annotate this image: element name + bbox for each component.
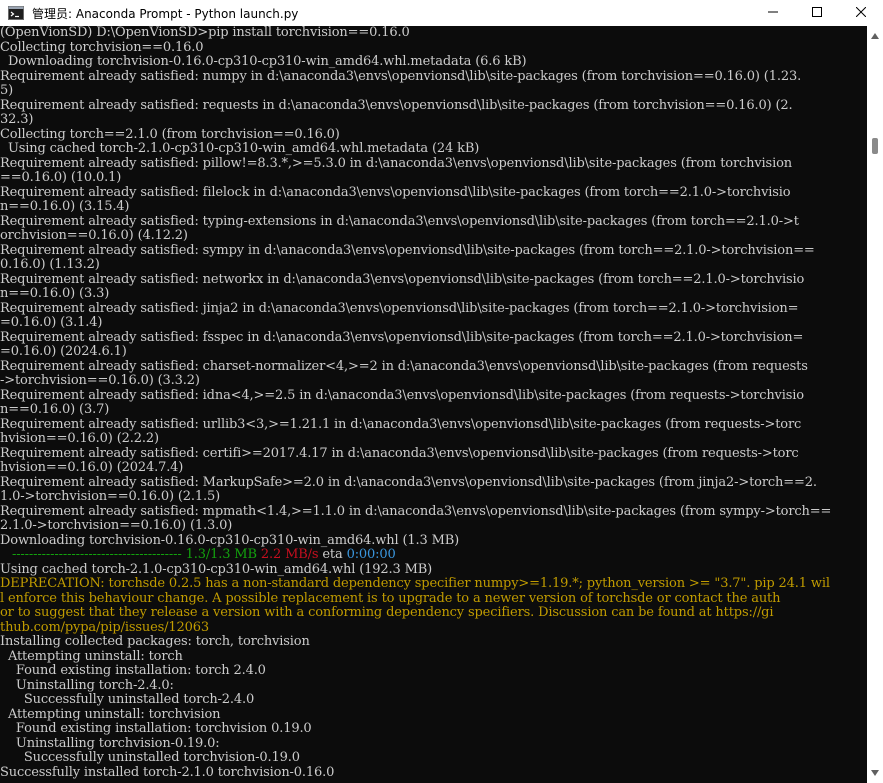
console-line: ->torchvision==0.16.0) (3.3.2): [0, 374, 200, 388]
console-line: Installing collected packages: torch, to…: [0, 635, 310, 649]
console-line: Requirement already satisfied: fsspec in…: [0, 330, 804, 345]
console-line: 32.3): [0, 113, 34, 127]
console-line: Requirement already satisfied: idna<4,>=…: [0, 388, 804, 403]
console-line: 5): [0, 84, 14, 98]
minimize-icon: [768, 4, 778, 22]
console-line: ==0.16.0) (10.0.1): [0, 171, 122, 185]
console-line: Uninstalling torchvision-0.19.0:: [0, 736, 220, 751]
scrollbar-thumb[interactable]: [872, 138, 878, 154]
console-line: Requirement already satisfied: requests …: [0, 98, 793, 113]
console-line: Requirement already satisfied: numpy in …: [0, 69, 802, 84]
console-line: Requirement already satisfied: jinja2 in…: [0, 301, 799, 316]
console-line: Requirement already satisfied: urllib3<3…: [0, 417, 802, 432]
console-line: Uninstalling torch-2.4.0:: [0, 678, 174, 693]
console-line: 2.1.0->torchvision==0.16.0) (1.3.0): [0, 519, 233, 533]
warning-line: l enforce this behaviour change. A possi…: [0, 591, 781, 606]
console-line: hvision==0.16.0) (2024.7.4): [0, 461, 184, 475]
warning-line: DEPRECATION: torchsde 0.2.5 has a non-st…: [0, 577, 830, 591]
console-line: Requirement already satisfied: mpmath<1.…: [0, 504, 832, 519]
console-line: Using cached torch-2.1.0-cp310-cp310-win…: [0, 142, 480, 156]
maximize-button[interactable]: [795, 0, 839, 26]
warning-line: or to suggest that they release a versio…: [0, 606, 774, 620]
scroll-down-arrow-icon[interactable]: [867, 765, 883, 781]
console-line: Attempting uninstall: torchvision: [0, 707, 221, 722]
console-line: 0.16.0) (1.13.2): [0, 258, 100, 272]
console-line: Requirement already satisfied: sympy in …: [0, 243, 815, 258]
console-line: =0.16.0) (3.1.4): [0, 316, 103, 330]
close-button[interactable]: [839, 0, 883, 26]
warning-line: thub.com/pypa/pip/issues/12063: [0, 620, 210, 635]
title-bar[interactable]: 管理员: Anaconda Prompt - Python launch.py: [0, 0, 883, 26]
console-line: Requirement already satisfied: charset-n…: [0, 359, 808, 374]
maximize-icon: [812, 4, 822, 22]
window-controls: [751, 0, 883, 26]
console-line: Downloading torchvision-0.16.0-cp310-cp3…: [0, 55, 527, 69]
console-line: Requirement already satisfied: typing-ex…: [0, 214, 799, 229]
console-line: orchvision==0.16.0) (4.12.2): [0, 229, 188, 243]
console-line: Found existing installation: torch 2.4.0: [0, 664, 266, 678]
progress-eta: 0:00:00: [346, 548, 396, 562]
console-line: Successfully installed torch-2.1.0 torch…: [0, 765, 335, 780]
minimize-button[interactable]: [751, 0, 795, 26]
console-line: Requirement already satisfied: MarkupSaf…: [0, 475, 817, 490]
window-title: 管理员: Anaconda Prompt - Python launch.py: [32, 6, 299, 21]
console-line: Found existing installation: torchvision…: [0, 722, 312, 736]
console-line: n==0.16.0) (3.7): [0, 403, 110, 417]
console-line: n==0.16.0) (3.15.4): [0, 200, 130, 214]
console-line: Collecting torchvision==0.16.0: [0, 40, 204, 55]
console-line: hvision==0.16.0) (2.2.2): [0, 432, 159, 446]
progress-bar: ----------------------------------------: [0, 548, 186, 562]
scroll-up-arrow-icon[interactable]: [867, 28, 883, 44]
progress-eta-label: eta: [318, 548, 347, 562]
console-line: Requirement already satisfied: filelock …: [0, 185, 791, 200]
console-line: Downloading torchvision-0.16.0-cp310-cp3…: [0, 533, 460, 548]
console-line: Requirement already satisfied: networkx …: [0, 272, 805, 287]
progress-rate: 2.2 MB/s: [260, 548, 319, 562]
console-output[interactable]: (OpenVionSD) D:\OpenVionSD>pip install t…: [0, 26, 867, 783]
console-line: Successfully uninstalled torchvision-0.1…: [0, 751, 300, 765]
console-line: Successfully uninstalled torch-2.4.0: [0, 693, 255, 707]
vertical-scrollbar[interactable]: [867, 26, 883, 783]
console-line: n==0.16.0) (3.3): [0, 287, 110, 301]
console-line: Attempting uninstall: torch: [0, 649, 183, 664]
close-icon: [855, 4, 867, 22]
progress-done: 1.3/1.3 MB: [185, 548, 257, 562]
console-line: Using cached torch-2.1.0-cp310-cp310-win…: [0, 562, 433, 577]
progress-line: ----------------------------------------…: [0, 548, 867, 563]
terminal-icon: [8, 5, 24, 21]
console-line: 1.0->torchvision==0.16.0) (2.1.5): [0, 490, 221, 504]
console-line: (OpenVionSD) D:\OpenVionSD>pip install t…: [0, 26, 410, 40]
console-line: =0.16.0) (2024.6.1): [0, 345, 127, 359]
console-line: Requirement already satisfied: certifi>=…: [0, 446, 799, 461]
console-line: Requirement already satisfied: pillow!=8…: [0, 156, 792, 171]
terminal-window: 管理员: Anaconda Prompt - Python launch.py: [0, 0, 883, 783]
console-line: Collecting torch==2.1.0 (from torchvisio…: [0, 127, 340, 142]
